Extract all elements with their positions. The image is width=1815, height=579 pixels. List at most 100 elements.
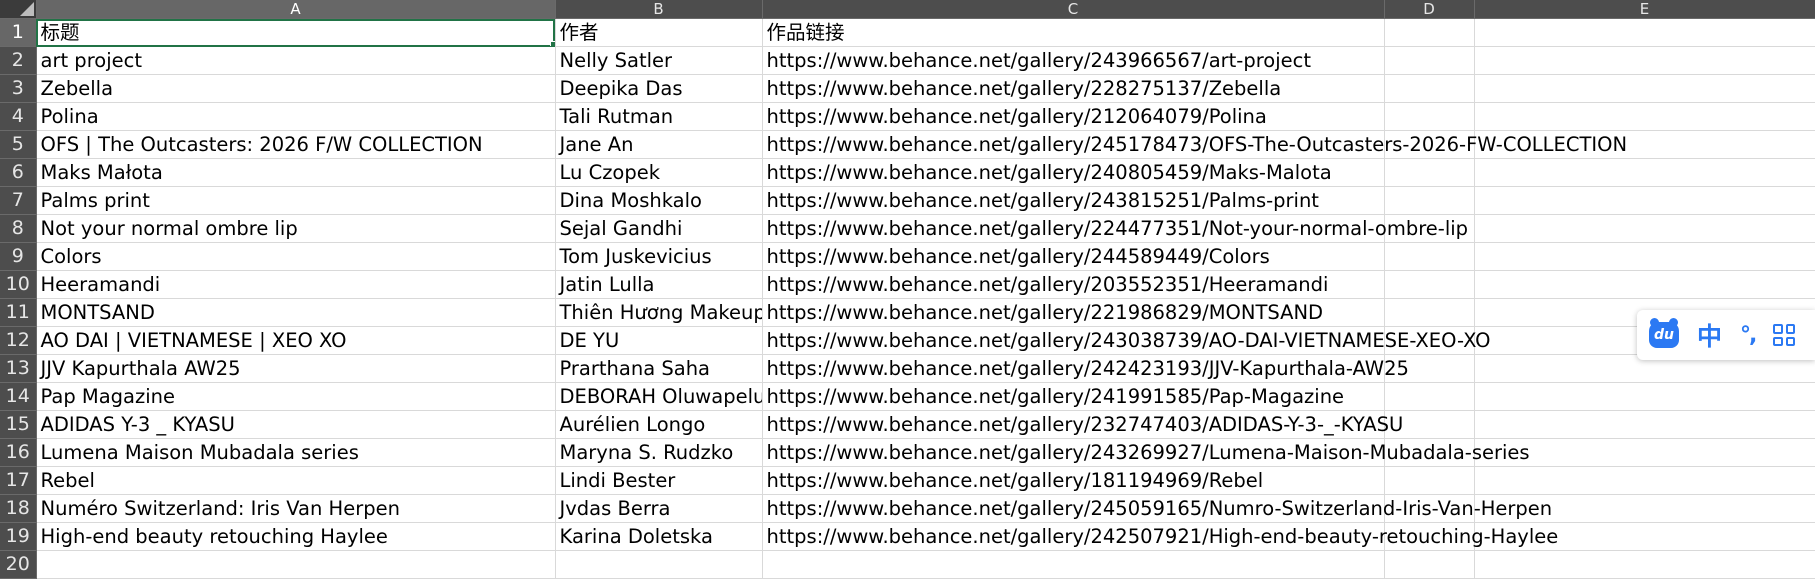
cell-empty[interactable]: [1474, 242, 1815, 271]
cell-link[interactable]: https://www.behance.net/gallery/22198682…: [762, 298, 1385, 327]
cell-link[interactable]: https://www.behance.net/gallery/21206407…: [762, 102, 1385, 131]
cell-title[interactable]: Zebella: [36, 74, 556, 103]
cell-title[interactable]: JJV Kapurthala AW25: [36, 354, 556, 383]
cell-empty[interactable]: [1384, 270, 1475, 299]
cell-author[interactable]: Lindi Bester: [555, 466, 763, 495]
punctuation-icon[interactable]: °,: [1740, 323, 1757, 348]
cell-title[interactable]: OFS | The Outcasters: 2026 F/W COLLECTIO…: [36, 130, 556, 159]
cell-empty[interactable]: [1474, 466, 1815, 495]
cell-empty[interactable]: [1474, 74, 1815, 103]
column-header-d[interactable]: D: [1384, 0, 1475, 19]
row-header[interactable]: 2: [0, 46, 37, 75]
cell-link[interactable]: https://www.behance.net/gallery/20355235…: [762, 270, 1385, 299]
cell-title[interactable]: art project: [36, 46, 556, 75]
cell-link[interactable]: https://www.behance.net/gallery/24381525…: [762, 186, 1385, 215]
cell-title[interactable]: AO DAI | VIETNAMESE | XEO XO: [36, 326, 556, 355]
cell-title[interactable]: Heeramandi: [36, 270, 556, 299]
row-header[interactable]: 13: [0, 354, 37, 383]
column-header-c[interactable]: C: [762, 0, 1385, 19]
cell-author[interactable]: Sejal Gandhi: [555, 214, 763, 243]
cell-title[interactable]: Not your normal ombre lip: [36, 214, 556, 243]
cell-link[interactable]: https://www.behance.net/gallery/22447735…: [762, 214, 1468, 243]
row-header[interactable]: 18: [0, 494, 37, 523]
cell-empty[interactable]: [1474, 270, 1815, 299]
column-header-e[interactable]: E: [1474, 0, 1815, 19]
row-header[interactable]: 15: [0, 410, 37, 439]
cell-empty[interactable]: [1384, 18, 1475, 47]
cell-title[interactable]: Maks Małota: [36, 158, 556, 187]
cell-author[interactable]: Jane An: [555, 130, 763, 159]
row-header[interactable]: 10: [0, 270, 37, 299]
cell-link[interactable]: https://www.behance.net/gallery/18119496…: [762, 466, 1385, 495]
cell-link[interactable]: [762, 550, 1385, 579]
cell-empty[interactable]: [1474, 382, 1815, 411]
cell-title[interactable]: High-end beauty retouching Haylee: [36, 522, 556, 551]
cell-link[interactable]: https://www.behance.net/gallery/24326992…: [762, 438, 1530, 467]
spreadsheet-grid[interactable]: A B C D E 1 标题 作者 作品链接 2 art project Nelly Sat…: [0, 0, 1815, 579]
cell-link[interactable]: https://www.behance.net/gallery/23274740…: [762, 410, 1403, 439]
row-header[interactable]: 17: [0, 466, 37, 495]
cell-author[interactable]: Tom Juskevicius: [555, 242, 763, 271]
cell-empty[interactable]: [1474, 18, 1815, 47]
cell-empty[interactable]: [1474, 214, 1815, 243]
cell-selected[interactable]: 标题: [36, 18, 556, 47]
cell-title[interactable]: Polina: [36, 102, 556, 131]
row-header[interactable]: 16: [0, 438, 37, 467]
select-all-corner[interactable]: [0, 0, 37, 19]
cell-empty[interactable]: [1474, 550, 1815, 579]
cell-link[interactable]: https://www.behance.net/gallery/24517847…: [762, 130, 1627, 159]
cell-empty[interactable]: [1474, 186, 1815, 215]
cell-author[interactable]: Thiên Hương Makeup: [555, 298, 763, 327]
cell-author[interactable]: DEBORAH Oluwapelumi: [555, 382, 763, 411]
cell-title[interactable]: [36, 550, 556, 579]
cell-link[interactable]: https://www.behance.net/gallery/22827513…: [762, 74, 1385, 103]
row-header[interactable]: 7: [0, 186, 37, 215]
cell-empty[interactable]: [1384, 382, 1475, 411]
cell-empty[interactable]: [1384, 466, 1475, 495]
row-header[interactable]: 9: [0, 242, 37, 271]
cell-link[interactable]: https://www.behance.net/gallery/24080545…: [762, 158, 1385, 187]
row-header[interactable]: 3: [0, 74, 37, 103]
row-header[interactable]: 5: [0, 130, 37, 159]
cell-empty[interactable]: [1474, 410, 1815, 439]
grid-menu-icon[interactable]: [1773, 324, 1796, 346]
row-header[interactable]: 8: [0, 214, 37, 243]
row-header[interactable]: 20: [0, 550, 37, 579]
cell-author[interactable]: Nelly Satler: [555, 46, 763, 75]
cell-author[interactable]: Karina Doletska: [555, 522, 763, 551]
cell-title[interactable]: Rebel: [36, 466, 556, 495]
cell-author[interactable]: 作者: [555, 18, 763, 47]
cell-empty[interactable]: [1384, 158, 1475, 187]
cell-link[interactable]: https://www.behance.net/gallery/24458944…: [762, 242, 1385, 271]
baidu-input-logo-icon[interactable]: du: [1649, 318, 1679, 348]
cell-title[interactable]: Palms print: [36, 186, 556, 215]
cell-author[interactable]: Aurélien Longo: [555, 410, 763, 439]
cell-link[interactable]: https://www.behance.net/gallery/24303873…: [762, 326, 1491, 355]
cell-empty[interactable]: [1474, 46, 1815, 75]
cell-title[interactable]: Lumena Maison Mubadala series: [36, 438, 556, 467]
chinese-mode-icon[interactable]: 中: [1697, 317, 1722, 353]
cell-empty[interactable]: [1384, 186, 1475, 215]
cell-empty[interactable]: [1474, 158, 1815, 187]
cell-link[interactable]: https://www.behance.net/gallery/24242319…: [762, 354, 1409, 383]
fill-handle[interactable]: [549, 41, 554, 46]
row-header[interactable]: 19: [0, 522, 37, 551]
cell-empty[interactable]: [1384, 242, 1475, 271]
cell-link[interactable]: https://www.behance.net/gallery/24199158…: [762, 382, 1385, 411]
cell-author[interactable]: [555, 550, 763, 579]
cell-title[interactable]: MONTSAND: [36, 298, 556, 327]
cell-title[interactable]: ADIDAS Y-3 _ KYASU: [36, 410, 556, 439]
cell-author[interactable]: Lu Czopek: [555, 158, 763, 187]
cell-author[interactable]: Jvdas Berra: [555, 494, 763, 523]
cell-link[interactable]: https://www.behance.net/gallery/24396656…: [762, 46, 1385, 75]
cell-title[interactable]: Numéro Switzerland: Iris Van Herpen: [36, 494, 556, 523]
cell-link[interactable]: https://www.behance.net/gallery/24505916…: [762, 494, 1552, 523]
column-header-a[interactable]: A: [36, 0, 556, 19]
cell-empty[interactable]: [1474, 102, 1815, 131]
cell-author[interactable]: DE YU: [555, 326, 763, 355]
cell-author[interactable]: Deepika Das: [555, 74, 763, 103]
row-header[interactable]: 11: [0, 298, 37, 327]
cell-author[interactable]: Prarthana Saha: [555, 354, 763, 383]
row-header[interactable]: 6: [0, 158, 37, 187]
cell-author[interactable]: Jatin Lulla: [555, 270, 763, 299]
